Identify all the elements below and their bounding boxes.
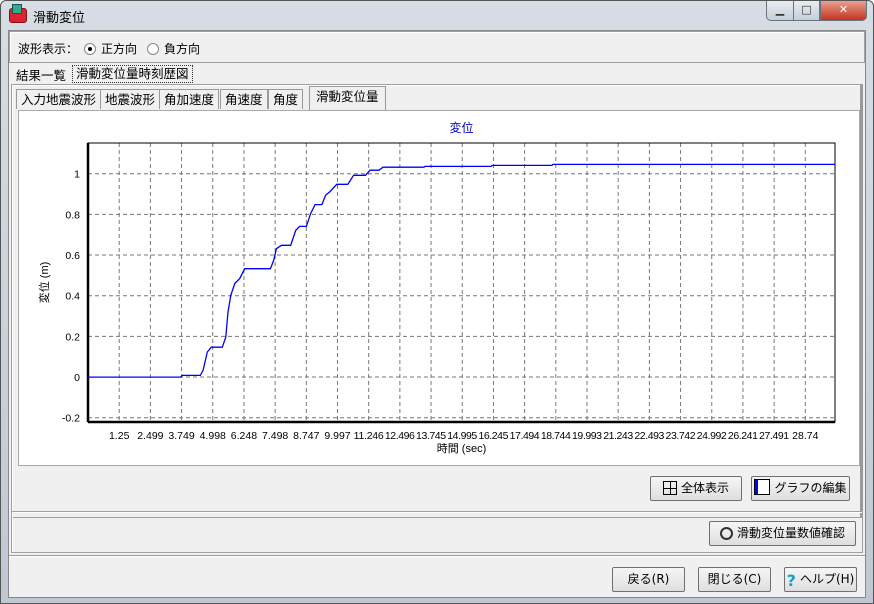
x-tick-label: 8.747 <box>293 430 319 442</box>
x-tick-label: 12.496 <box>385 430 415 442</box>
x-tick-label: 4.998 <box>200 430 226 442</box>
title-bar[interactable]: 滑動変位 ▁ □ ✕ <box>1 1 873 29</box>
fit-all-button[interactable]: 全体表示 <box>650 476 742 501</box>
series-line-displacement <box>88 163 835 378</box>
radio-icon <box>147 43 159 55</box>
x-tick-label: 26.241 <box>728 430 758 442</box>
app-icon <box>9 4 27 23</box>
x-tick-label: 21.243 <box>603 430 633 442</box>
fit-all-label: 全体表示 <box>680 481 729 495</box>
x-tick-label: 27.491 <box>759 430 789 442</box>
y-tick-label: 0.4 <box>65 291 80 303</box>
displacement-chart: 変位 1.25 2.499 3.749 4.998 6.248 7.498 8.747 9.99… <box>37 120 836 455</box>
x-tick-label: 17.494 <box>510 430 540 442</box>
help-icon: ? <box>786 571 796 590</box>
tab-angle[interactable]: 角度 <box>268 89 304 109</box>
radio-label: 負方向 <box>164 42 201 56</box>
x-tick-label: 23.742 <box>666 430 696 442</box>
graph-edit-icon <box>754 479 771 495</box>
help-label: ヘルプ(H) <box>799 572 855 586</box>
tab-results-list[interactable]: 結果一覧 <box>12 66 70 86</box>
back-button[interactable]: 戻る(R) <box>612 567 685 592</box>
x-tick-label: 1.25 <box>109 430 130 442</box>
y-tick-label: 0 <box>74 372 80 384</box>
x-tick-label: 2.499 <box>137 430 163 442</box>
x-tick-label: 16.245 <box>478 430 508 442</box>
check-values-label: 滑動変位量数値確認 <box>736 526 845 540</box>
y-tick-label: -0.2 <box>62 413 80 425</box>
magnifier-icon <box>719 527 733 540</box>
y-tick-label: 0.6 <box>65 250 80 262</box>
separator <box>9 555 865 557</box>
window: 滑動変位 ▁ □ ✕ 波形表示： 正方向 負方向 結果一覧 滑動変位量時刻歴図 … <box>0 0 874 604</box>
help-button[interactable]: ? ヘルプ(H) <box>784 567 857 592</box>
x-tick-label: 13.745 <box>416 430 446 442</box>
chart-panel: 変位 1.25 2.499 3.749 4.998 6.248 7.498 8.747 9.99… <box>18 110 860 466</box>
x-tick-label: 19.993 <box>572 430 602 442</box>
waveform-group: 波形表示： 正方向 負方向 <box>9 31 865 63</box>
window-title: 滑動変位 <box>33 11 86 26</box>
x-tick-label: 14.995 <box>447 430 477 442</box>
tab-angular-acceleration[interactable]: 角加速度 <box>159 89 220 109</box>
tab-seismic-wave[interactable]: 地震波形 <box>100 89 161 109</box>
x-tick-label: 9.997 <box>324 430 350 442</box>
edit-graph-label: グラフの編集 <box>774 481 847 495</box>
tab-displacement-history[interactable]: 滑動変位量時刻歴図 <box>72 65 193 83</box>
x-tick-label: 6.248 <box>231 430 257 442</box>
x-tick-label: 11.246 <box>354 430 384 442</box>
x-tick-label: 22.493 <box>634 430 664 442</box>
x-tick-label: 7.498 <box>262 430 288 442</box>
radio-label: 正方向 <box>101 42 138 56</box>
maximize-button[interactable]: □ <box>793 1 820 21</box>
x-tick-label: 18.744 <box>541 430 571 442</box>
tab-input-wave[interactable]: 入力地震波形 <box>16 89 102 109</box>
tab-angular-velocity[interactable]: 角速度 <box>220 89 268 109</box>
y-tick-label: 1 <box>74 169 80 181</box>
minimize-button[interactable]: ▁ <box>766 1 794 21</box>
x-tick-label: 28.74 <box>792 430 818 442</box>
radio-positive[interactable]: 正方向 <box>84 40 137 57</box>
x-tick-label: 3.749 <box>168 430 194 442</box>
waveform-label: 波形表示： <box>18 42 79 56</box>
grid-icon <box>662 481 677 495</box>
y-tick-label: 0.8 <box>65 209 80 221</box>
edit-graph-button[interactable]: グラフの編集 <box>751 476 850 501</box>
chart-title: 変位 <box>449 120 473 135</box>
close-window-button[interactable]: ✕ <box>820 1 867 21</box>
y-tick-label: 0.2 <box>65 331 80 343</box>
check-values-button[interactable]: 滑動変位量数値確認 <box>709 521 856 546</box>
close-button[interactable]: 閉じる(C) <box>698 567 771 592</box>
plot-frame <box>87 142 836 423</box>
radio-icon <box>84 43 96 55</box>
x-tick-label: 24.992 <box>697 430 727 442</box>
radio-negative[interactable]: 負方向 <box>147 40 200 57</box>
y-axis-label: 変位 (m) <box>37 262 51 304</box>
client-area: 波形表示： 正方向 負方向 結果一覧 滑動変位量時刻歴図 入力地震波形 地震波形… <box>8 30 866 598</box>
x-axis-label: 時間 (sec) <box>437 442 487 455</box>
tab-sliding-displacement[interactable]: 滑動変位量 <box>309 86 386 110</box>
